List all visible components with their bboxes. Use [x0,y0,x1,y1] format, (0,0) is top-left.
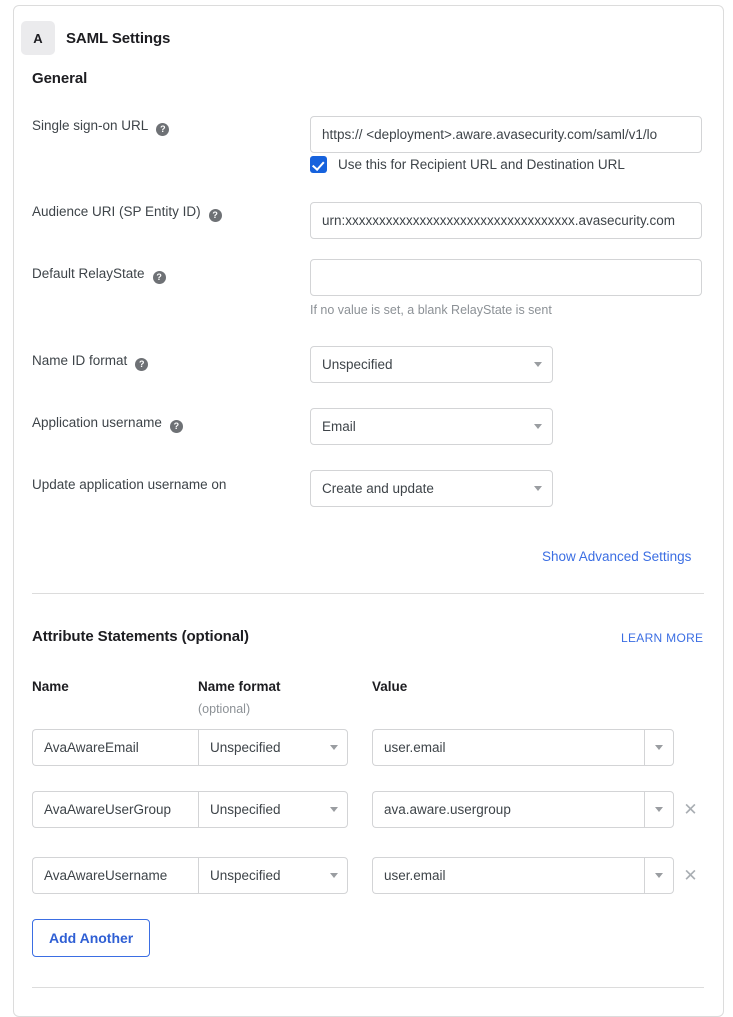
column-header-name-format: Name format [198,679,281,694]
attribute-value-input[interactable] [372,791,644,828]
close-x-icon[interactable]: ✕ [680,865,701,886]
audience-uri-input[interactable] [310,202,702,239]
attribute-value-input[interactable] [372,729,644,766]
learn-more-link[interactable]: LEARN MORE [621,631,703,645]
help-circle-icon[interactable]: ? [208,209,222,222]
column-header-value: Value [372,679,408,694]
attribute-name-format-value: Unspecified [210,868,281,883]
general-section-heading: General [32,70,88,87]
add-another-button[interactable]: Add Another [32,919,151,957]
close-x-icon[interactable]: ✕ [680,799,701,820]
attribute-name-input[interactable] [32,857,198,894]
default-relaystate-helper-text: If no value is set, a blank RelayState i… [310,303,552,317]
use-for-recipient-url-label: Use this for Recipient URL and Destinati… [338,157,625,172]
application-username-value: Email [322,419,356,434]
chevron-down-icon [655,873,663,878]
name-id-format-select[interactable]: Unspecified [310,346,553,383]
use-for-recipient-url-checkbox-row[interactable]: Use this for Recipient URL and Destinati… [310,156,625,173]
single-sign-on-url-input[interactable] [310,116,702,153]
single-sign-on-url-label: Single sign-on URL? [32,118,170,136]
help-circle-icon[interactable]: ? [156,123,170,136]
chevron-down-icon [330,745,338,750]
update-application-username-on-value: Create and update [322,481,434,496]
table-row: Unspecified ✕ [14,791,723,828]
show-advanced-settings-link[interactable]: Show Advanced Settings [542,549,691,564]
table-row: Unspecified [14,729,723,766]
page-title: SAML Settings [66,30,171,47]
attribute-value-dropdown-button[interactable] [644,791,674,828]
attribute-name-input[interactable] [32,729,198,766]
column-header-name-format-sub: (optional) [198,702,251,716]
audience-uri-label: Audience URI (SP Entity ID)? [32,204,222,222]
chevron-down-icon [534,486,542,491]
update-application-username-on-label: Update application username on [32,477,227,492]
help-circle-icon[interactable]: ? [169,420,183,433]
attribute-name-input[interactable] [32,791,198,828]
column-header-name: Name [32,679,69,694]
section-divider-general [32,593,704,594]
help-circle-icon[interactable]: ? [135,358,149,371]
name-id-format-label: Name ID format? [32,353,149,371]
use-for-recipient-url-checkbox[interactable] [310,156,327,173]
name-id-format-value: Unspecified [322,357,393,372]
application-username-label: Application username? [32,415,183,433]
attribute-value-dropdown-button[interactable] [644,857,674,894]
app-logo-letter: A [33,30,43,46]
attribute-name-format-select[interactable]: Unspecified [198,857,348,894]
default-relaystate-label: Default RelayState? [32,266,166,284]
chevron-down-icon [534,362,542,367]
table-row: Unspecified ✕ [14,857,723,894]
attribute-value-input[interactable] [372,857,644,894]
chevron-down-icon [330,807,338,812]
attribute-name-format-value: Unspecified [210,802,281,817]
update-application-username-on-select[interactable]: Create and update [310,470,553,507]
section-divider-bottom [32,987,704,988]
application-username-select[interactable]: Email [310,408,553,445]
help-circle-icon[interactable]: ? [152,271,166,284]
chevron-down-icon [534,424,542,429]
attribute-value-dropdown-button[interactable] [644,729,674,766]
saml-settings-card: A SAML Settings General Single sign-on U… [13,5,724,1017]
attribute-name-format-select[interactable]: Unspecified [198,791,348,828]
attribute-name-format-value: Unspecified [210,740,281,755]
chevron-down-icon [655,807,663,812]
app-logo-badge: A [21,21,55,55]
default-relaystate-input[interactable] [310,259,702,296]
chevron-down-icon [655,745,663,750]
chevron-down-icon [330,873,338,878]
attribute-statements-heading: Attribute Statements (optional) [32,628,249,645]
attribute-name-format-select[interactable]: Unspecified [198,729,348,766]
